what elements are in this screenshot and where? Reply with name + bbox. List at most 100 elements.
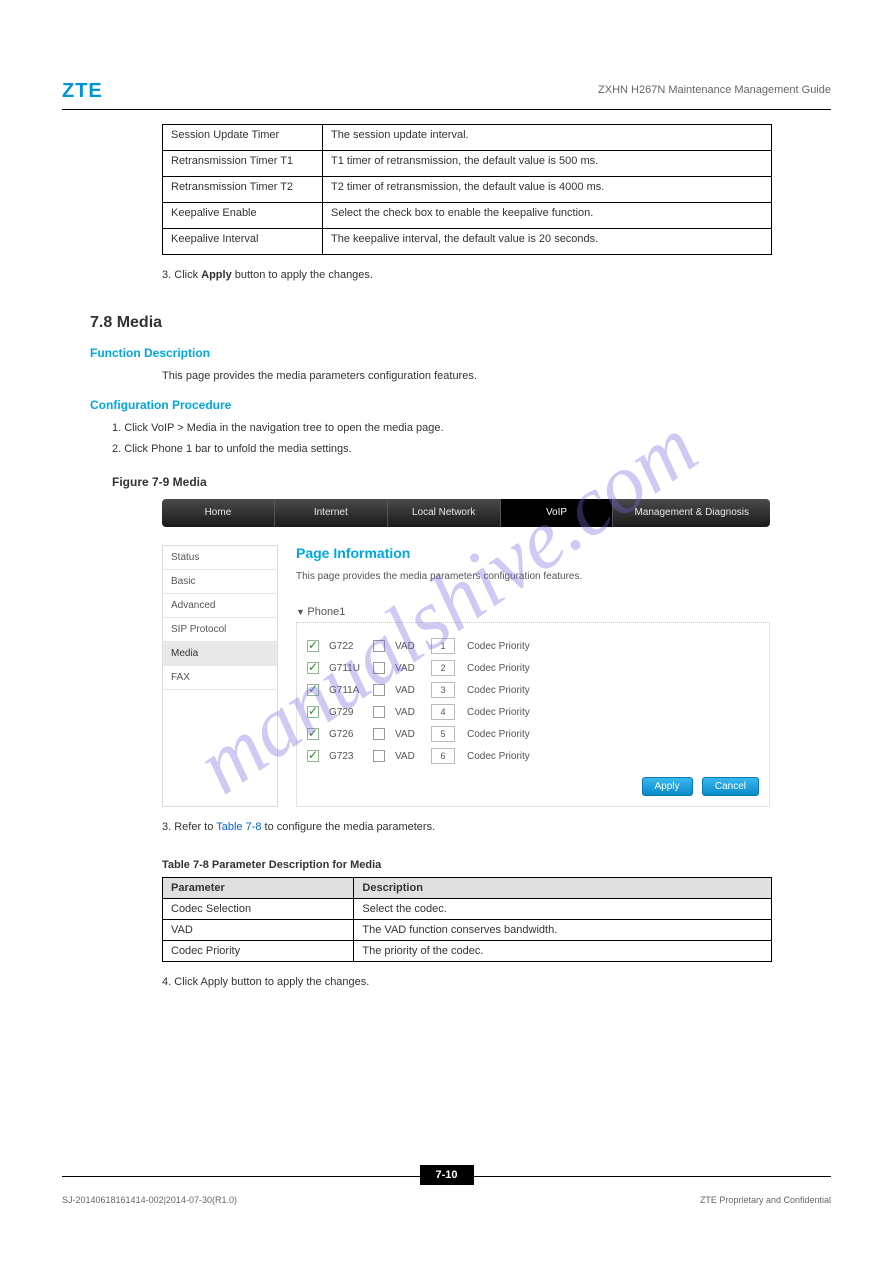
nav-tab-local-network[interactable]: Local Network xyxy=(388,499,501,527)
sidebar-item-fax[interactable]: FAX xyxy=(163,666,277,690)
page-info-desc: This page provides the media parameters … xyxy=(296,571,770,582)
header-rule xyxy=(62,109,831,110)
vad-checkbox[interactable] xyxy=(373,728,385,740)
priority-input[interactable]: 6 xyxy=(431,748,455,764)
desc-table: ParameterDescriptionCodec SelectionSelec… xyxy=(162,877,772,962)
codec-name: G723 xyxy=(329,751,363,762)
step-num: 3. xyxy=(162,269,171,281)
page-footer: 7-10 SJ-20140618161414-002|2014-07-30(R1… xyxy=(62,1176,831,1205)
codec-name: G726 xyxy=(329,729,363,740)
apply-label-inline-2: Apply xyxy=(201,976,229,988)
sidebar-item-basic[interactable]: Basic xyxy=(163,570,277,594)
sidebar-item-status[interactable]: Status xyxy=(163,546,277,570)
accordion-phone1[interactable]: Phone1 xyxy=(296,602,770,623)
vad-checkbox[interactable] xyxy=(373,750,385,762)
desc-cell: Select the codec. xyxy=(354,898,772,919)
vad-checkbox[interactable] xyxy=(373,706,385,718)
codec-row: G726 VAD 5 Codec Priority xyxy=(307,723,759,745)
param-name: Keepalive Interval xyxy=(163,229,323,255)
top-nav: HomeInternetLocal NetworkVoIPManagement … xyxy=(162,499,770,527)
priority-label: Codec Priority xyxy=(467,729,530,740)
vad-label: VAD xyxy=(395,707,421,718)
desc-cell: The priority of the codec. xyxy=(354,940,772,961)
codec-row: G711U VAD 2 Codec Priority xyxy=(307,657,759,679)
priority-input[interactable]: 3 xyxy=(431,682,455,698)
page-number-badge: 7-10 xyxy=(419,1165,473,1185)
priority-label: Codec Priority xyxy=(467,685,530,696)
conf-steps: 1. Click VoIP > Media in the navigation … xyxy=(112,420,831,457)
codec-checkbox[interactable] xyxy=(307,684,319,696)
vad-checkbox[interactable] xyxy=(373,684,385,696)
page-info-title: Page Information xyxy=(296,545,770,561)
codec-checkbox[interactable] xyxy=(307,728,319,740)
codec-row: G729VAD4Codec Priority xyxy=(307,701,759,723)
step-text-suffix: button to apply the changes. xyxy=(232,269,373,281)
priority-label: Codec Priority xyxy=(467,641,530,652)
conf-step: 1. Click VoIP > Media in the navigation … xyxy=(112,420,831,437)
desc-header: Description xyxy=(354,877,772,898)
priority-input[interactable]: 5 xyxy=(431,726,455,742)
doc-title: ZXHN H267N Maintenance Management Guide xyxy=(598,84,831,96)
screenshot: HomeInternetLocal NetworkVoIPManagement … xyxy=(162,499,770,807)
vad-label: VAD xyxy=(395,729,421,740)
param-name: Session Update Timer xyxy=(163,125,323,151)
apply-button[interactable]: Apply xyxy=(642,777,693,796)
step4-suffix: button to apply the changes. xyxy=(228,976,369,988)
vad-checkbox[interactable] xyxy=(373,662,385,674)
param-name: Retransmission Timer T2 xyxy=(163,177,323,203)
step-3: 3. Click Apply button to apply the chang… xyxy=(162,267,831,284)
vad-checkbox[interactable] xyxy=(373,640,385,652)
table-caption: Table 7-8 Parameter Description for Medi… xyxy=(162,859,831,871)
tbl-ref-link[interactable]: Table 7-8 xyxy=(216,821,261,833)
param-name: Keepalive Enable xyxy=(163,203,323,229)
param-name: Retransmission Timer T1 xyxy=(163,151,323,177)
apply-label-inline: Apply xyxy=(201,269,232,281)
codec-row: G711A VAD 3 Codec Priority xyxy=(307,679,759,701)
sidebar-item-advanced[interactable]: Advanced xyxy=(163,594,277,618)
nav-tab-home[interactable]: Home xyxy=(162,499,275,527)
nav-tab-internet[interactable]: Internet xyxy=(275,499,388,527)
nav-tab-management-diagnosis[interactable]: Management & Diagnosis xyxy=(613,499,770,527)
vad-label: VAD xyxy=(395,685,421,696)
func-desc-heading: Function Description xyxy=(90,346,831,360)
codec-checkbox[interactable] xyxy=(307,662,319,674)
codec-name: G711A xyxy=(329,685,363,696)
desc-header: Parameter xyxy=(163,877,354,898)
table-ref-line: 3. Refer to Table 7-8 to configure the m… xyxy=(162,819,831,837)
param-desc: The keepalive interval, the default valu… xyxy=(323,229,772,255)
sidebar-item-media[interactable]: Media xyxy=(163,642,277,666)
accordion-body: G722 VAD 1 Codec Priority G711U VAD 2 Codec Pri… xyxy=(296,623,770,807)
priority-label: Codec Priority xyxy=(467,663,530,674)
codec-name: G711U xyxy=(329,663,363,674)
desc-cell: Codec Selection xyxy=(163,898,354,919)
func-desc-text: This page provides the media parameters … xyxy=(162,368,831,385)
codec-name: G729 xyxy=(329,707,363,718)
desc-cell: VAD xyxy=(163,919,354,940)
conf-step: 2. Click Phone 1 bar to unfold the media… xyxy=(112,441,831,458)
priority-label: Codec Priority xyxy=(467,751,530,762)
codec-checkbox[interactable] xyxy=(307,706,319,718)
param-desc: T2 timer of retransmission, the default … xyxy=(323,177,772,203)
cancel-button[interactable]: Cancel xyxy=(702,777,759,796)
priority-input[interactable]: 4 xyxy=(431,704,455,720)
nav-tab-voip[interactable]: VoIP xyxy=(501,499,614,527)
param-table: Session Update TimerThe session update i… xyxy=(162,124,772,255)
sidebar-item-sip-protocol[interactable]: SIP Protocol xyxy=(163,618,277,642)
figure-label: Figure 7-9 Media xyxy=(112,475,831,489)
desc-cell: The VAD function conserves bandwidth. xyxy=(354,919,772,940)
vad-label: VAD xyxy=(395,663,421,674)
step-text: Click xyxy=(174,269,201,281)
param-desc: Select the check box to enable the keepa… xyxy=(323,203,772,229)
desc-cell: Codec Priority xyxy=(163,940,354,961)
footer-left: SJ-20140618161414-002|2014-07-30(R1.0) xyxy=(62,1195,237,1205)
footer-right: ZTE Proprietary and Confidential xyxy=(700,1195,831,1205)
conf-proc-heading: Configuration Procedure xyxy=(90,398,831,412)
priority-input[interactable]: 1 xyxy=(431,638,455,654)
codec-checkbox[interactable] xyxy=(307,640,319,652)
sidebar: StatusBasicAdvancedSIP ProtocolMediaFAX xyxy=(162,545,278,807)
codec-name: G722 xyxy=(329,641,363,652)
param-desc: The session update interval. xyxy=(323,125,772,151)
priority-input[interactable]: 2 xyxy=(431,660,455,676)
codec-checkbox[interactable] xyxy=(307,750,319,762)
step4-num: 4. xyxy=(162,976,171,988)
